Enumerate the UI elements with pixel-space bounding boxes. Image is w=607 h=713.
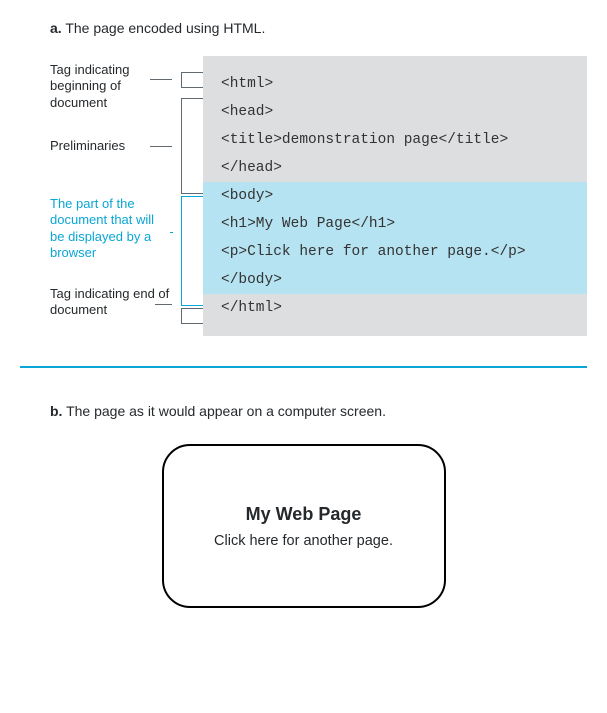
code-p: <p>Click here for another page.</p>	[221, 238, 573, 266]
rendered-paragraph: Click here for another page.	[214, 533, 393, 549]
label-column: Tag indicating beginning of document Pre…	[20, 56, 175, 336]
code-html-open: <html>	[221, 70, 573, 98]
code-title: <title>demonstration page</title>	[221, 126, 573, 154]
caption-a: a. The page encoded using HTML.	[50, 20, 587, 36]
bracket-tag-begin	[181, 72, 203, 88]
browser-screen: My Web Page Click here for another page.	[162, 444, 446, 608]
code-block: <html> <head> <title>demonstration page<…	[203, 56, 587, 336]
bracket-body	[181, 196, 203, 306]
label-tag-end: Tag indicating end of document	[50, 286, 170, 319]
code-head-open: <head>	[221, 98, 573, 126]
code-head-close: </head>	[221, 154, 573, 182]
caption-b-letter: b.	[50, 403, 62, 419]
code-h1: <h1>My Web Page</h1>	[221, 210, 573, 238]
rendered-heading: My Web Page	[246, 504, 362, 525]
code-body-close: </body>	[221, 266, 573, 294]
code-body-open: <body>	[221, 182, 573, 210]
code-html-close: </html>	[221, 294, 573, 322]
bracket-tag-end	[181, 308, 203, 324]
caption-b-text: The page as it would appear on a compute…	[66, 403, 386, 419]
caption-a-letter: a.	[50, 20, 62, 36]
bracket-column	[175, 56, 203, 336]
label-body: The part of the document that will be di…	[50, 196, 170, 261]
label-tag-begin: Tag indicating beginning of document	[50, 62, 170, 111]
bracket-prelim	[181, 98, 203, 194]
divider	[20, 366, 587, 368]
caption-a-text: The page encoded using HTML.	[65, 20, 265, 36]
figure-a: Tag indicating beginning of document Pre…	[20, 56, 587, 336]
code-body-section: <body> <h1>My Web Page</h1> <p>Click her…	[203, 182, 587, 294]
caption-b: b. The page as it would appear on a comp…	[50, 403, 587, 419]
